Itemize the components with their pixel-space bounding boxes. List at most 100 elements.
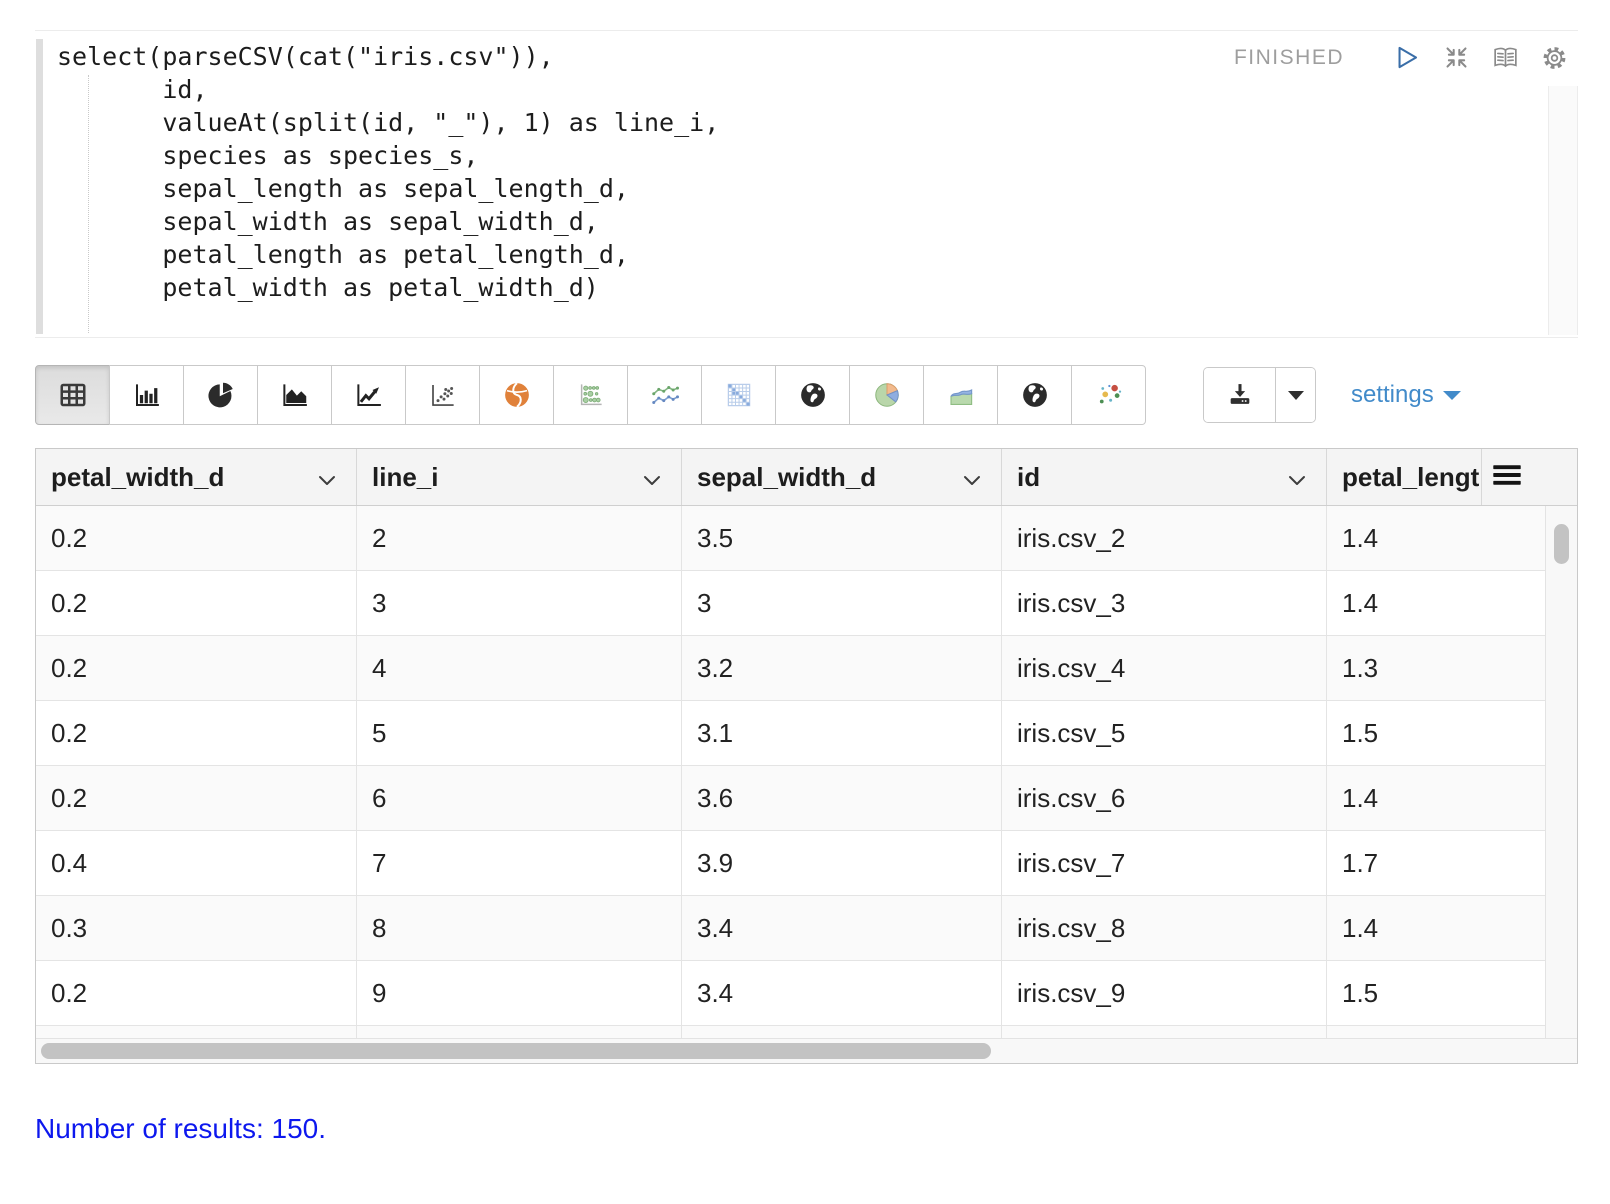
- editor-scrollbar-track[interactable]: [1548, 86, 1578, 335]
- table-cell: 1.5: [1326, 701, 1547, 765]
- table-cell: 1.3: [1326, 636, 1547, 700]
- chart-type-globe-dark-button[interactable]: [775, 365, 850, 425]
- column-header-id[interactable]: id: [1001, 449, 1326, 505]
- line-chart-icon: [353, 380, 385, 410]
- chart-type-globe-orange-button[interactable]: [479, 365, 554, 425]
- table-cell: 1.4: [1326, 766, 1547, 830]
- table-cell: 0.2: [36, 766, 356, 830]
- chart-type-table-button[interactable]: [35, 365, 110, 425]
- scatter-color-icon: [1093, 380, 1125, 410]
- collapse-icon[interactable]: [1443, 44, 1470, 71]
- table-row: 0.253.1iris.csv_51.5: [36, 701, 1547, 766]
- table-cell: 1.4: [1326, 896, 1547, 960]
- chart-type-bar-chart-button[interactable]: [109, 365, 184, 425]
- chevron-down-icon[interactable]: [1288, 462, 1306, 493]
- column-header-petal_length_d[interactable]: petal_length_d: [1326, 449, 1481, 505]
- settings-label: settings: [1351, 381, 1434, 409]
- vertical-scrollbar-thumb[interactable]: [1554, 524, 1569, 564]
- heatmap-icon: [724, 380, 754, 410]
- table-cell: iris.csv_3: [1001, 571, 1326, 635]
- chart-type-pie-chart-color-button[interactable]: [849, 365, 924, 425]
- table-cell: iris.csv_2: [1001, 506, 1326, 570]
- table-cell: 7: [356, 831, 681, 895]
- table-cell: 3.6: [681, 766, 1001, 830]
- table-cell: 4: [356, 636, 681, 700]
- table-cell: 8: [356, 896, 681, 960]
- pie-chart-icon: [206, 380, 236, 410]
- download-options-button[interactable]: [1275, 368, 1315, 422]
- scatter-chart-icon: [427, 380, 459, 410]
- table-cell: 0.2: [36, 571, 356, 635]
- bar-chart-icon: [131, 380, 163, 410]
- table-cell: 1.4: [1326, 506, 1547, 570]
- settings-link[interactable]: settings: [1351, 381, 1461, 409]
- chart-type-toolbar: [35, 365, 1146, 425]
- table-cell: 3.4: [681, 961, 1001, 1025]
- chart-type-scatter-chart-button[interactable]: [405, 365, 480, 425]
- paragraph-controls: FINISHED: [1234, 44, 1568, 71]
- globe-dark-2-icon: [1020, 380, 1050, 410]
- table-row: 0.473.9iris.csv_71.7: [36, 831, 1547, 896]
- chart-type-line-chart-button[interactable]: [331, 365, 406, 425]
- table-row: 0.263.6iris.csv_61.4: [36, 766, 1547, 831]
- gear-icon[interactable]: [1541, 44, 1568, 71]
- chart-type-heatmap-button[interactable]: [701, 365, 776, 425]
- table-icon: [57, 380, 89, 410]
- table-row: 0.293.4iris.csv_91.5: [36, 961, 1547, 1026]
- table-menu-button[interactable]: [1481, 449, 1577, 505]
- globe-dark-icon: [798, 380, 828, 410]
- results-count-text: Number of results: 150.: [35, 1113, 1578, 1145]
- table-cell: iris.csv_7: [1001, 831, 1326, 895]
- chevron-down-icon[interactable]: [963, 462, 981, 493]
- chevron-down-icon[interactable]: [643, 462, 661, 493]
- chart-type-globe-dark-2-button[interactable]: [997, 365, 1072, 425]
- table-cell: iris.csv_5: [1001, 701, 1326, 765]
- table-cell: 0.2: [36, 701, 356, 765]
- hamburger-menu-icon: [1492, 463, 1522, 492]
- multi-line-chart-icon: [648, 380, 682, 410]
- chart-type-bubble-chart-button[interactable]: [553, 365, 628, 425]
- download-icon: [1226, 381, 1254, 410]
- table-cell: 1.7: [1326, 831, 1547, 895]
- column-label: petal_width_d: [51, 462, 224, 493]
- pie-chart-color-icon: [871, 380, 903, 410]
- table-cell: iris.csv_8: [1001, 896, 1326, 960]
- table-cell: 3.4: [681, 896, 1001, 960]
- column-header-petal_width_d[interactable]: petal_width_d: [36, 449, 356, 505]
- chevron-down-icon: [1443, 391, 1461, 400]
- results-table: petal_width_d line_i sepal_width_d id: [35, 448, 1578, 1064]
- table-horizontal-scrollbar: [36, 1038, 1577, 1063]
- chevron-down-icon: [1288, 391, 1304, 400]
- table-header-row: petal_width_d line_i sepal_width_d id: [36, 449, 1577, 506]
- code-text[interactable]: select(parseCSV(cat("iris.csv")), id, va…: [57, 40, 719, 304]
- book-icon[interactable]: [1492, 44, 1519, 71]
- toolbar-right: settings: [1203, 367, 1461, 423]
- chart-type-multi-line-chart-button[interactable]: [627, 365, 702, 425]
- bubble-chart-icon: [575, 380, 607, 410]
- viz-toolbar: settings: [35, 365, 1578, 427]
- table-cell: 1.5: [1326, 961, 1547, 1025]
- globe-orange-icon: [502, 380, 532, 410]
- code-editor[interactable]: select(parseCSV(cat("iris.csv")), id, va…: [35, 30, 1578, 338]
- table-row: 0.223.5iris.csv_21.4: [36, 506, 1547, 571]
- chart-type-area-chart-color-button[interactable]: [923, 365, 998, 425]
- play-icon[interactable]: [1394, 44, 1421, 71]
- column-header-sepal_width_d[interactable]: sepal_width_d: [681, 449, 1001, 505]
- table-cell: 1.4: [1326, 571, 1547, 635]
- area-chart-icon: [279, 380, 311, 410]
- download-button[interactable]: [1204, 368, 1275, 422]
- area-chart-color-icon: [945, 380, 977, 410]
- table-row: 0.383.4iris.csv_81.4: [36, 896, 1547, 961]
- column-label: sepal_width_d: [697, 462, 876, 493]
- column-label: line_i: [372, 462, 438, 493]
- table-row: 0.233iris.csv_31.4: [36, 571, 1547, 636]
- chart-type-area-chart-button[interactable]: [257, 365, 332, 425]
- chart-type-pie-chart-button[interactable]: [183, 365, 258, 425]
- chevron-down-icon[interactable]: [318, 462, 336, 493]
- chart-type-scatter-color-button[interactable]: [1071, 365, 1146, 425]
- horizontal-scrollbar-thumb[interactable]: [41, 1043, 991, 1059]
- table-cell: 3.2: [681, 636, 1001, 700]
- table-cell: 3.1: [681, 701, 1001, 765]
- table-row: 0.243.2iris.csv_41.3: [36, 636, 1547, 701]
- column-header-line_i[interactable]: line_i: [356, 449, 681, 505]
